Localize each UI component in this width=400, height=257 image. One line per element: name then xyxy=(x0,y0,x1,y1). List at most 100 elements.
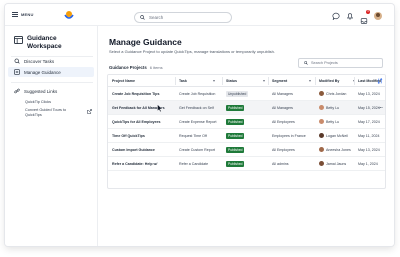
column-divider xyxy=(222,77,223,85)
workday-logo-icon[interactable] xyxy=(64,10,74,20)
modified-by-cell: Betty Lu xyxy=(326,120,340,124)
sidebar-item-discover-tasks[interactable]: Discover Tasks xyxy=(8,56,94,66)
column-header-label: Project Name xyxy=(112,79,135,83)
column-divider xyxy=(354,77,355,85)
suggested-links-title: Suggested Links xyxy=(24,88,58,94)
project-name[interactable]: Time Off QuickTips xyxy=(112,134,145,138)
segment-cell: All Managers xyxy=(272,106,293,110)
avatar xyxy=(319,105,324,110)
column-header-status[interactable]: Status xyxy=(226,79,265,83)
table-row[interactable]: Get Feedback for All Managers Get Feedba… xyxy=(108,101,385,115)
modified-by-cell: Jamal Jauns xyxy=(326,162,347,166)
projects-table: Project Name Task Status Segment Modifie… xyxy=(107,74,386,189)
sidebar-item-manage-guidance[interactable]: Manage Guidance xyxy=(8,67,94,77)
column-header-project-name[interactable]: Project Name xyxy=(112,79,135,83)
task-cell: Refer a Candidate xyxy=(179,162,209,166)
top-bar: MENU Search 4 xyxy=(5,4,394,26)
search-icon xyxy=(140,15,145,20)
column-header-task[interactable]: Task xyxy=(179,79,215,83)
segment-cell: All Employees xyxy=(272,120,295,124)
external-link-icon[interactable] xyxy=(87,109,92,114)
sidebar-item-label: Discover Tasks xyxy=(24,58,55,64)
sort-icon[interactable] xyxy=(377,78,383,84)
avatar[interactable] xyxy=(374,12,382,20)
modified-by-cell: Aneesha Jones xyxy=(326,148,351,152)
hamburger-icon xyxy=(12,12,18,17)
top-icons: 4 xyxy=(332,10,382,24)
chevron-down-icon xyxy=(262,80,265,82)
table-row[interactable]: QuickTips for All Employees Create Expen… xyxy=(108,115,385,129)
task-cell: Create Custom Report xyxy=(179,148,215,152)
workspace-title-line2: Workspace xyxy=(27,42,62,50)
last-modified-cell: May 17, 2024 xyxy=(358,120,380,124)
column-header-label: Segment xyxy=(272,79,288,83)
table-row[interactable]: Custom Import Guidance Create Custom Rep… xyxy=(108,143,385,157)
link-quicktip-clicks[interactable]: QuickTip Clicks xyxy=(25,100,51,105)
last-modified-cell: May 13, 2024 xyxy=(358,148,380,152)
column-header-label: Modified By xyxy=(319,79,340,83)
last-modified-cell: May 1, 2024 xyxy=(358,162,378,166)
last-modified-cell: May 13, 2024 xyxy=(358,92,380,96)
avatar xyxy=(319,119,324,124)
divider xyxy=(11,82,93,83)
project-name[interactable]: QuickTips for All Employees xyxy=(112,120,161,124)
avatar xyxy=(319,161,324,166)
task-cell: Create Expense Report xyxy=(179,120,217,124)
search-icon xyxy=(304,61,308,65)
workspace-title-line1: Guidance xyxy=(27,35,57,42)
link-convert-guided-tours-cont[interactable]: QuickTips xyxy=(25,113,42,118)
global-search-input[interactable]: Search xyxy=(134,12,232,23)
segment-cell: All Managers xyxy=(272,92,293,96)
project-name[interactable]: Custom Import Guidance xyxy=(112,148,155,152)
workspace-icon xyxy=(14,36,23,44)
table-row[interactable]: Refer a Candidate: Help w/ Refer a Candi… xyxy=(108,157,385,171)
main-content: Manage Guidance Select a Guidance Projec… xyxy=(98,26,394,246)
task-cell: Request Time Off xyxy=(179,134,207,138)
table-row[interactable]: Time Off QuickTips Request Time Off Publ… xyxy=(108,129,385,143)
discover-icon xyxy=(14,58,20,64)
chevron-down-icon xyxy=(309,80,312,82)
projects-count-value: 6 items xyxy=(149,65,163,70)
inbox-icon xyxy=(360,18,368,24)
cursor-icon xyxy=(157,104,163,112)
chat-icon[interactable] xyxy=(332,12,340,20)
status-badge: Published xyxy=(226,133,245,139)
project-name[interactable]: Refer a Candidate: Help w/ xyxy=(112,162,157,166)
table-header: Project Name Task Status Segment Modifie… xyxy=(108,75,385,87)
search-placeholder: Search xyxy=(149,15,164,20)
column-divider xyxy=(268,77,269,85)
column-header-label: Status xyxy=(226,79,237,83)
sidebar: Guidance Workspace Discover Tasks Manage… xyxy=(5,26,98,246)
link-icon xyxy=(14,88,20,94)
column-header-segment[interactable]: Segment xyxy=(272,79,312,83)
menu-label: MENU xyxy=(21,12,34,17)
more-icon[interactable] xyxy=(378,105,383,110)
app-window: MENU Search 4 Guidance Workspace Discove… xyxy=(5,4,394,246)
status-badge: Published xyxy=(226,119,245,125)
bell-icon[interactable] xyxy=(346,12,354,20)
segment-cell: All Employees xyxy=(272,148,295,152)
page-title: Manage Guidance xyxy=(109,37,182,47)
column-header-label: Task xyxy=(179,79,187,83)
inbox-button[interactable]: 4 xyxy=(360,10,370,24)
status-badge: Published xyxy=(226,147,245,153)
menu-button[interactable]: MENU xyxy=(12,12,34,17)
chevron-down-icon xyxy=(212,80,215,82)
sidebar-item-label: Manage Guidance xyxy=(24,69,61,75)
projects-count-label: Guidance Projects xyxy=(109,65,147,70)
task-cell: Create Job Requisition xyxy=(179,92,216,96)
page-subtitle: Select a Guidance Project to update Quic… xyxy=(109,49,275,54)
status-badge: Published xyxy=(226,105,245,111)
projects-count: Guidance Projects 6 items xyxy=(109,65,163,70)
suggested-links-header: Suggested Links xyxy=(14,88,57,94)
last-modified-cell: May 11, 2024 xyxy=(358,134,380,138)
avatar xyxy=(319,133,324,138)
table-row[interactable]: Create Job Requisition Tips Create Job R… xyxy=(108,87,385,101)
project-name[interactable]: Create Job Requisition Tips xyxy=(112,92,159,96)
last-modified-cell: May 15, 2024 xyxy=(358,106,380,110)
project-search-input[interactable]: Search Projects xyxy=(298,58,383,68)
segment-cell: Employees in France xyxy=(272,134,306,138)
column-divider xyxy=(315,77,316,85)
column-header-modified-by[interactable]: Modified By xyxy=(319,79,356,83)
segment-cell: All admins xyxy=(272,162,289,166)
